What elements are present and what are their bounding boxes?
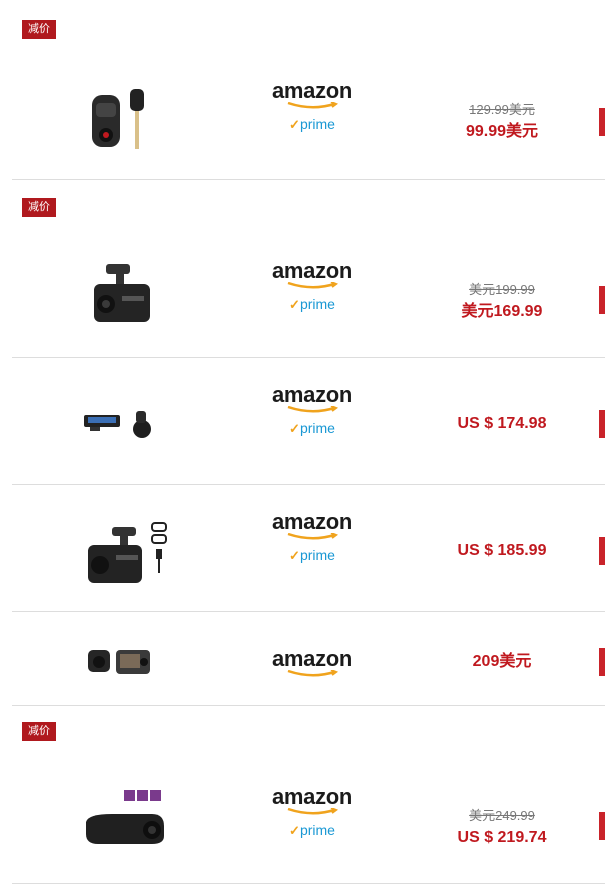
price-block[interactable]: US $ 174.98: [432, 414, 572, 434]
prime-logo: ✓prime: [289, 547, 335, 563]
offer-row[interactable]: 减价 amazon ✓prime 美元249.99 US $ 219.74: [12, 706, 605, 884]
prime-logo: ✓prime: [289, 822, 335, 838]
offer-list: 减价 amazon ✓prime 129.99美元 99.99美元 减价 ama…: [0, 0, 607, 884]
prime-logo: ✓prime: [289, 420, 335, 436]
offer-row[interactable]: amazon 209美元: [12, 612, 605, 706]
offer-row[interactable]: 减价 amazon ✓prime 美元199.99 美元169.99: [12, 180, 605, 358]
current-price: US $ 219.74: [457, 829, 547, 846]
price-drop-badge: 减价: [22, 20, 56, 39]
price-block[interactable]: 129.99美元 99.99美元: [432, 102, 572, 142]
current-price: 209美元: [472, 653, 532, 670]
amazon-logo[interactable]: amazon ✓prime: [270, 80, 354, 133]
current-price: 美元169.99: [461, 303, 543, 320]
price-block[interactable]: 209美元: [432, 652, 572, 672]
current-price: US $ 185.99: [457, 542, 547, 559]
go-to-store-button[interactable]: [599, 648, 605, 676]
amazon-logo[interactable]: amazon ✓prime: [270, 786, 354, 839]
offer-row[interactable]: 减价 amazon ✓prime 129.99美元 99.99美元: [12, 0, 605, 180]
price-drop-badge: 减价: [22, 198, 56, 217]
offer-row[interactable]: amazon ✓prime US $ 174.98: [12, 358, 605, 485]
go-to-store-button[interactable]: [599, 286, 605, 314]
go-to-store-button[interactable]: [599, 410, 605, 438]
prime-logo: ✓prime: [289, 116, 335, 132]
price-drop-badge: 减价: [22, 722, 56, 741]
current-price: US $ 174.98: [457, 415, 547, 432]
old-price: 129.99美元: [469, 102, 535, 117]
price-block[interactable]: 美元249.99 US $ 219.74: [432, 808, 572, 848]
dashcam-kit-image[interactable]: [72, 515, 182, 595]
dual-dashcam-image[interactable]: [72, 258, 182, 338]
current-price: 99.99美元: [465, 123, 539, 140]
go-to-store-button[interactable]: [599, 812, 605, 840]
wifi-dashcam-image[interactable]: [72, 786, 182, 866]
go-to-store-button[interactable]: [599, 108, 605, 136]
amazon-logo[interactable]: amazon: [270, 648, 354, 678]
old-price: 美元199.99: [469, 282, 535, 297]
offer-row[interactable]: amazon ✓prime US $ 185.99: [12, 485, 605, 612]
old-price: 美元249.99: [469, 808, 535, 823]
mirror-dashcam-image[interactable]: [72, 383, 182, 463]
price-block[interactable]: 美元199.99 美元169.99: [432, 282, 572, 322]
price-block[interactable]: US $ 185.99: [432, 541, 572, 561]
amazon-logo[interactable]: amazon ✓prime: [270, 511, 354, 564]
dashcam-with-key-image[interactable]: [72, 75, 182, 155]
amazon-logo[interactable]: amazon ✓prime: [270, 384, 354, 437]
amazon-logo[interactable]: amazon ✓prime: [270, 260, 354, 313]
prime-logo: ✓prime: [289, 296, 335, 312]
front-rear-dashcam-image[interactable]: [72, 620, 182, 700]
go-to-store-button[interactable]: [599, 537, 605, 565]
